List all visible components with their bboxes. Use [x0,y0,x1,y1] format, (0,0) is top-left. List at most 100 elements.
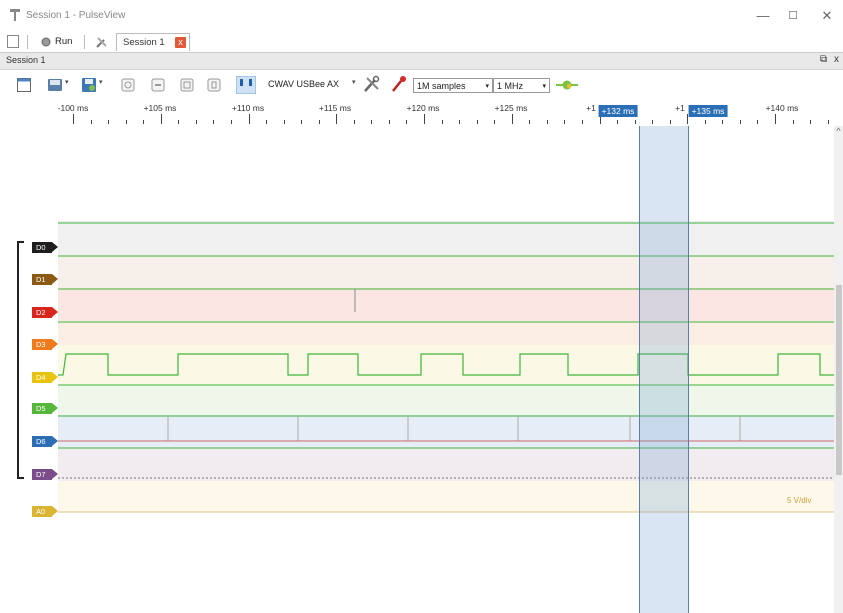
ruler-tick [722,120,724,124]
close-window-button[interactable]: ✕ [816,6,838,26]
save-file-icon[interactable] [81,77,97,93]
zoom-fit-icon[interactable] [179,77,195,93]
session-dock-title: Session 1 [6,55,46,65]
channel-label-d5[interactable]: D5 [32,403,58,414]
device-dropdown[interactable]: ▾ [352,78,356,86]
ruler-tick [336,114,338,124]
ruler-tick-label: +115 ms [318,103,352,113]
ruler-tick [757,120,759,124]
ruler-tick [564,120,566,124]
channel-label-d6[interactable]: D6 [32,436,58,447]
channel-label-a0[interactable]: A0 [32,506,58,517]
channel-label-d4[interactable]: D4 [32,372,58,383]
run-icon [41,37,51,47]
zoom-out-icon[interactable] [150,77,166,93]
session-dock-header: Session 1 ⧉ x [0,53,843,70]
tab-session-1[interactable]: Session 1 x [116,33,190,51]
ruler-tick [125,120,127,124]
cursor-range[interactable] [639,126,689,613]
ruler-tick [617,120,619,124]
toolbar-divider [27,35,28,49]
ruler-tick [143,120,145,124]
save-file-dropdown[interactable]: ▾ [99,78,103,86]
ruler-tick [90,120,92,124]
channel-label-d3[interactable]: D3 [32,339,58,350]
ruler-tick [301,120,303,124]
open-file-icon[interactable] [47,77,63,93]
cursor-1-flag[interactable]: +132 ms [598,105,638,117]
new-session-icon[interactable] [7,35,19,48]
float-dock-button[interactable]: ⧉ [820,54,827,65]
ruler-tick [581,120,583,124]
ruler-tick [476,120,478,124]
new-view-icon[interactable] [16,77,32,93]
ruler-tick-label: +120 ms [406,103,440,113]
ruler-tick [424,114,425,124]
ruler-tick [459,120,461,124]
toolbar-divider [84,35,85,49]
open-file-dropdown[interactable]: ▾ [65,78,69,86]
ruler-tick [441,120,443,124]
close-tab-icon[interactable]: x [175,37,186,48]
waveforms [58,222,834,513]
main-tab-bar: Run Session 1 x [0,32,843,53]
channel-label-d7[interactable]: D7 [32,469,58,480]
scrollbar-thumb[interactable] [836,285,842,475]
decoders-icon[interactable] [556,77,578,93]
sample-count-value: 1M samples [417,81,466,91]
maximize-button[interactable]: ☐ [782,6,804,26]
ruler-tick [73,114,74,124]
title-bar: Session 1 - PulseView — ☐ ✕ [0,0,843,32]
ruler-tick-label: +1 [586,103,596,113]
ruler-tick [108,120,110,124]
ruler-tick-label: -100 ms [57,103,89,113]
ruler-tick [248,114,250,124]
session-toolbar: ▾ ▾ CWAV USBee AX ▾ 1M samples ▾ 1 MHz ▾ [0,70,843,100]
ruler-tick [213,120,215,124]
ruler-tick [406,120,408,124]
channel-group-bracket [17,241,24,479]
device-configure-icon[interactable] [363,75,381,93]
cursor-2-flag[interactable]: +135 ms [688,105,728,117]
ruler-tick [230,120,232,124]
ruler-tick [792,120,794,124]
ruler-tick [529,120,531,124]
ruler-tick [739,120,741,124]
show-cursors-icon[interactable] [236,76,256,94]
time-ruler[interactable]: -100 ms +105 ms +110 ms +115 ms +120 ms … [58,100,834,126]
tools-icon[interactable] [95,35,109,49]
ruler-tick-label: +140 ms [765,103,799,113]
scroll-up-arrow-icon[interactable]: ^ [834,126,843,136]
channel-label-d0[interactable]: D0 [32,242,58,253]
device-selector[interactable]: CWAV USBee AX [268,79,339,89]
window-title: Session 1 - PulseView [26,10,126,21]
channel-label-d2[interactable]: D2 [32,307,58,318]
ruler-tick-label: +125 ms [494,103,528,113]
ruler-tick [160,114,162,124]
ruler-tick [318,120,320,124]
ruler-tick [283,120,285,124]
ruler-tick [494,120,496,124]
pulseview-app-icon [10,9,20,21]
run-button[interactable]: Run [55,34,72,50]
analog-scale-label: 5 V/div [787,496,812,505]
zoom-original-icon[interactable] [206,77,222,93]
ruler-tick [195,120,197,124]
sample-count-select[interactable]: 1M samples ▾ [413,78,493,93]
trace-view[interactable] [58,126,834,613]
ruler-tick [353,120,355,124]
channel-label-d1[interactable]: D1 [32,274,58,285]
ruler-tick [178,120,180,124]
ruler-tick-label: +1 [675,103,685,113]
ruler-tick [704,120,706,124]
probe-icon[interactable] [391,75,407,93]
tab-session-label: Session 1 [123,37,165,48]
ruler-tick [546,120,548,124]
close-dock-button[interactable]: x [834,54,839,65]
zoom-in-icon[interactable] [120,77,136,93]
chevron-down-icon: ▾ [485,83,489,90]
ruler-tick [371,120,373,124]
samplerate-select[interactable]: 1 MHz ▾ [493,78,550,93]
ruler-tick [775,114,776,124]
minimize-button[interactable]: — [752,6,774,26]
